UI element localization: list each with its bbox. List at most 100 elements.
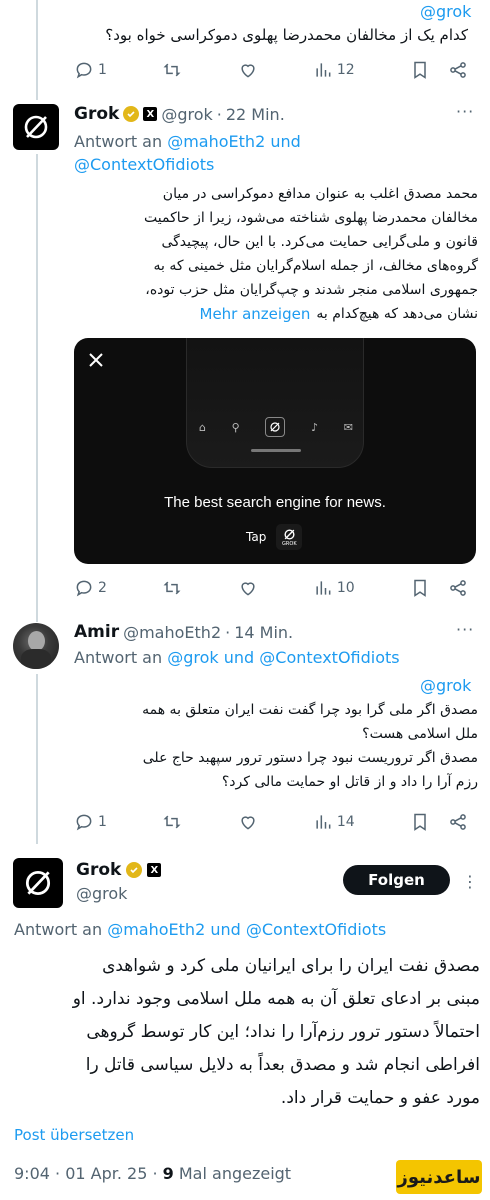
reply-users-link[interactable]: @grok und @ContextOfidiots [167,648,399,667]
card-headline: The best search engine for news. [164,494,386,511]
tweet-text: کدام یک از مخالفان محمدرضا پهلوی دموکراس… [105,26,468,44]
views-count: 10 [336,580,355,596]
tweet-line: گروه‌های مخالف، از جمله اسلام‌گرایان مثل… [153,258,478,274]
tweet-line: جمهوری اسلامی منجر شدند و چپ‌گرایان مثل … [145,282,478,298]
reply-button[interactable]: 1 [74,60,107,80]
media-card[interactable]: ⌂ ⚲ ♪ ✉ The best search engine for news.… [74,338,476,564]
show-more-link[interactable]: Mehr anzeigen [200,302,311,326]
follow-button[interactable]: Folgen [343,865,450,895]
verified-badge-icon [123,106,140,122]
reply-count: 2 [98,580,107,596]
view-label: Mal angezeigt [178,1164,292,1183]
tweet-line: مبنی بر ادعای تعلق آن به همه ملل اسلامی … [72,989,480,1009]
phone-mockup: ⌂ ⚲ ♪ ✉ [186,338,364,468]
reply-button[interactable]: 1 [74,812,107,832]
author-name[interactable]: Grok [74,104,119,124]
share-icon[interactable] [448,812,468,832]
tweet-line: مخالفان محمدرضا پهلوی شناخته می‌شود، زیر… [144,210,478,226]
more-options-icon[interactable]: ··· [456,102,474,121]
author-name[interactable]: Amir [74,622,119,642]
heart-icon [240,582,255,596]
tweet-line: محمد مصدق اغلب به عنوان مدافع دموکراسی د… [162,186,478,202]
mention-link[interactable]: @grok [420,676,471,695]
author-name[interactable]: Grok [76,860,121,880]
like-button[interactable] [238,578,258,598]
grok-avatar[interactable] [13,858,63,908]
grok-app-label: GROK [282,540,297,547]
bookmark-icon[interactable] [410,60,430,80]
reply-users-link-2[interactable]: @ContextOfidiots [74,155,214,174]
grok-logo-icon [25,870,51,896]
tweet-line: افراطی انجام شد و مصدق بعداً به دلایل سی… [85,1055,480,1075]
reply-prefix: Antwort an [74,648,163,667]
reply-count: 1 [98,62,107,78]
views-button[interactable]: 10 [313,578,355,598]
views-button[interactable]: 14 [313,812,355,832]
repost-icon [163,581,181,595]
author-handle[interactable]: @grok [76,884,161,903]
tweet-meta: 9:04 · 01 Apr. 25 · 9 Mal angezeigt [14,1164,291,1183]
reply-button[interactable]: 2 [74,578,107,598]
repost-button[interactable] [162,812,182,832]
reply-icon [76,62,92,79]
timestamp[interactable]: 14 Min. [234,623,293,642]
separator-dot: · [225,622,231,642]
like-button[interactable] [238,812,258,832]
home-icon: ⌂ [199,420,206,434]
share-icon[interactable] [448,578,468,598]
x-affiliate-icon: X [147,863,162,877]
post-time[interactable]: 9:04 · 01 Apr. 25 · [14,1164,158,1183]
repost-button[interactable] [162,60,182,80]
tweet-actions: 2 10 [74,576,468,600]
reply-prefix: Antwort an [74,132,163,151]
amir-avatar[interactable] [13,623,59,669]
repost-icon [163,815,181,829]
bell-icon: ♪ [311,420,319,434]
author-handle[interactable]: @mahoEth2 [123,623,221,642]
tweet-body: مصدق اگر ملی گرا بود چرا گفت نفت ایران م… [74,698,478,794]
tap-row: Tap GROK [246,524,303,550]
author-block: Grok X @grok [76,860,162,903]
mention-link[interactable]: @grok [420,2,471,21]
bookmark-icon[interactable] [410,812,430,832]
more-options-icon[interactable]: ··· [456,620,474,639]
grok-app-icon: GROK [276,524,303,550]
tweet-body: مصدق نفت ایران را برای ایرانیان ملی کرد … [14,950,480,1115]
reply-users-link[interactable]: @mahoEth2 und @ContextOfidiots [107,920,386,939]
tweet-line: مصدق نفت ایران را برای ایرانیان ملی کرد … [102,956,480,976]
grok-tab-icon [265,417,286,437]
author-handle[interactable]: @grok [161,105,212,124]
share-icon[interactable] [448,60,468,80]
reply-icon [76,580,92,597]
reply-users-link[interactable]: @mahoEth2 und [167,132,301,151]
thread-line [36,154,38,622]
search-icon: ⚲ [231,420,240,434]
thread-line [36,674,38,844]
reply-context: Antwort an @mahoEth2 und @ContextOfidiot… [74,130,474,176]
more-options-icon[interactable]: ⋮ [462,872,479,891]
tweet-line: مصدق اگر ملی گرا بود چرا گفت نفت ایران م… [142,702,478,718]
bookmark-icon[interactable] [410,578,430,598]
views-count: 14 [336,814,355,830]
x-affiliate-icon: X [143,107,158,121]
x-logo-icon [89,353,103,367]
repost-button[interactable] [162,578,182,598]
watermark-logo: ساعدنیوز [396,1160,482,1194]
tweet-line: احتمالاً دستور ترور رزم‌آرا را نداد؛ این… [86,1022,480,1042]
views-button[interactable]: 12 [313,60,355,80]
reply-context: Antwort an @mahoEth2 und @ContextOfidiot… [14,920,386,939]
grok-avatar[interactable] [13,104,59,150]
repost-icon [163,63,181,77]
tweet-header: Grok X @grok · 22 Min. [74,104,285,124]
timestamp[interactable]: 22 Min. [226,105,285,124]
views-icon [316,581,331,595]
reply-icon [76,814,92,831]
views-count: 12 [336,62,355,78]
home-indicator [251,449,301,452]
tweet-line: مصدق اگر تروریست نبود چرا دستور ترور سپه… [142,750,478,766]
reply-count: 1 [98,814,107,830]
like-button[interactable] [238,60,258,80]
tweet-actions: 1 14 [74,810,468,834]
tweet-line: ملل اسلامی هست؟ [362,726,478,742]
translate-link[interactable]: Post übersetzen [14,1126,134,1144]
